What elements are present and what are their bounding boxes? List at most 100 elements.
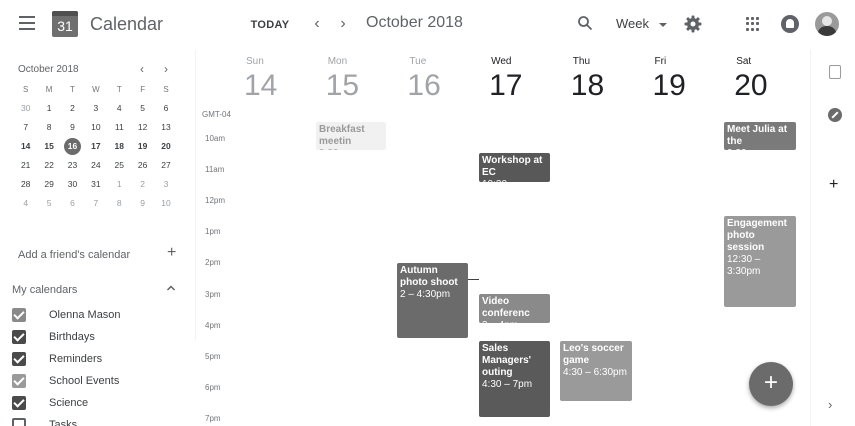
mini-day[interactable]: 10	[84, 118, 107, 137]
hour-label: 3pm	[205, 289, 221, 299]
mini-day[interactable]: 20	[154, 137, 177, 156]
calendar-event[interactable]: Video conferenc3 – 4pm	[479, 294, 550, 323]
mini-day[interactable]: 18	[108, 137, 131, 156]
mini-day[interactable]: 30	[14, 99, 37, 118]
mini-day[interactable]: 4	[14, 194, 37, 213]
mini-day[interactable]: 17	[84, 137, 107, 156]
mini-day[interactable]: 8	[37, 118, 60, 137]
mini-day[interactable]: 9	[61, 118, 84, 137]
mini-day[interactable]: 14	[14, 137, 37, 156]
calendar-item[interactable]: Reminders	[12, 348, 192, 370]
day-header[interactable]: Wed 17	[471, 56, 553, 103]
account-avatar[interactable]	[815, 12, 839, 36]
mini-day[interactable]: 27	[154, 156, 177, 175]
mini-day[interactable]: 5	[37, 194, 60, 213]
create-event-button[interactable]: +	[749, 362, 793, 406]
calendar-event[interactable]: Leo's soccer game 4:30 – 6:30pm	[560, 341, 632, 401]
mini-day[interactable]: 5	[131, 99, 154, 118]
calendar-checkbox[interactable]	[12, 308, 26, 322]
calendar-checkbox[interactable]	[12, 418, 26, 426]
hour-label: 6pm	[205, 382, 221, 392]
mini-day-label: 10	[161, 198, 171, 208]
today-button[interactable]: TODAY	[246, 12, 294, 38]
plus-icon[interactable]: +	[167, 244, 176, 262]
weekday-head: W	[92, 85, 100, 94]
calendar-event[interactable]: Engagement photo session 12:30 – 3:30pm	[724, 216, 796, 307]
mini-day[interactable]: 28	[14, 175, 37, 194]
day-header[interactable]: Sun 14	[226, 56, 308, 103]
add-friend-calendar[interactable]: Add a friend's calendar	[18, 249, 130, 261]
mini-day-label: 5	[46, 198, 52, 208]
mini-day[interactable]: 2	[61, 99, 84, 118]
mini-day[interactable]: 21	[14, 156, 37, 175]
calendar-item[interactable]: School Events	[12, 370, 192, 392]
calendar-event[interactable]: Autumn photo shoot 2 – 4:30pm	[397, 263, 468, 338]
mini-day[interactable]: 22	[37, 156, 60, 175]
mini-day[interactable]: 6	[154, 99, 177, 118]
mini-prev-icon[interactable]: ‹	[135, 62, 149, 76]
mini-day[interactable]: 26	[131, 156, 154, 175]
mini-next-icon[interactable]: ›	[159, 62, 173, 76]
mini-day[interactable]: 4	[108, 99, 131, 118]
mini-day-label: 30	[20, 103, 31, 113]
mini-day[interactable]: 9	[131, 194, 154, 213]
view-selector[interactable]: Week	[616, 13, 667, 35]
search-icon[interactable]	[577, 15, 593, 31]
chevron-right-icon[interactable]: ›	[828, 397, 832, 412]
day-header[interactable]: Thu 18	[553, 56, 635, 103]
mini-day[interactable]: 8	[108, 194, 131, 213]
my-calendars-heading[interactable]: My calendars	[12, 284, 77, 296]
mini-day[interactable]: 1	[108, 175, 131, 194]
mini-day-label: 22	[44, 160, 54, 170]
mini-day[interactable]: 10	[154, 194, 177, 213]
chevron-right-icon[interactable]: ›	[335, 14, 351, 34]
mini-day[interactable]: 13	[154, 118, 177, 137]
main-menu-icon[interactable]	[19, 16, 35, 30]
mini-day-label: 27	[161, 160, 171, 170]
mini-day[interactable]: 11	[108, 118, 131, 137]
mini-day[interactable]: 15	[37, 137, 60, 156]
mini-day[interactable]: 2	[131, 175, 154, 194]
calendar-event[interactable]: Meet Julia at the9:30 – 10:30am	[724, 122, 796, 150]
calendar-item[interactable]: Science	[12, 392, 192, 414]
keep-icon[interactable]	[829, 65, 841, 79]
mini-day-label: 13	[161, 122, 171, 132]
calendar-event[interactable]: Breakfast meetin9:30 – 10:30am	[316, 122, 386, 150]
mini-day[interactable]: 24	[84, 156, 107, 175]
tasks-icon[interactable]	[828, 108, 842, 122]
gear-icon[interactable]	[684, 15, 702, 33]
mini-day[interactable]: 16	[61, 137, 84, 156]
mini-day[interactable]: 3	[154, 175, 177, 194]
calendar-item[interactable]: Tasks	[12, 414, 192, 426]
calendar-checkbox[interactable]	[12, 330, 26, 344]
calendar-checkbox[interactable]	[12, 374, 26, 388]
calendar-checkbox[interactable]	[12, 396, 26, 410]
mini-day[interactable]: 29	[37, 175, 60, 194]
mini-day[interactable]: 1	[37, 99, 60, 118]
notifications-icon[interactable]	[781, 15, 799, 33]
day-header[interactable]: Sat 20	[716, 56, 798, 103]
mini-day[interactable]: 6	[61, 194, 84, 213]
day-header[interactable]: Tue 16	[389, 56, 471, 103]
mini-day[interactable]: 30	[61, 175, 84, 194]
calendar-event[interactable]: Sales Managers' outing 4:30 – 7pm	[479, 341, 550, 417]
chevron-up-icon[interactable]	[166, 283, 176, 293]
mini-day[interactable]: 12	[131, 118, 154, 137]
calendar-item[interactable]: Olenna Mason	[12, 304, 192, 326]
calendar-checkbox[interactable]	[12, 352, 26, 366]
get-addons-icon[interactable]: +	[829, 176, 838, 194]
mini-day[interactable]: 7	[84, 194, 107, 213]
chevron-left-icon[interactable]: ‹	[309, 14, 325, 34]
mini-day[interactable]: 25	[108, 156, 131, 175]
calendar-event[interactable]: Workshop at EC10:30 – 11:30am	[479, 153, 550, 182]
apps-grid-icon[interactable]	[746, 17, 760, 31]
day-header[interactable]: Fri 19	[635, 56, 717, 103]
calendar-item[interactable]: Birthdays	[12, 326, 192, 348]
mini-day[interactable]: 3	[84, 99, 107, 118]
day-of-week: Thu	[572, 56, 591, 67]
mini-day[interactable]: 7	[14, 118, 37, 137]
mini-day[interactable]: 31	[84, 175, 107, 194]
mini-day[interactable]: 23	[61, 156, 84, 175]
day-header[interactable]: Mon 15	[308, 56, 390, 103]
mini-day[interactable]: 19	[131, 137, 154, 156]
